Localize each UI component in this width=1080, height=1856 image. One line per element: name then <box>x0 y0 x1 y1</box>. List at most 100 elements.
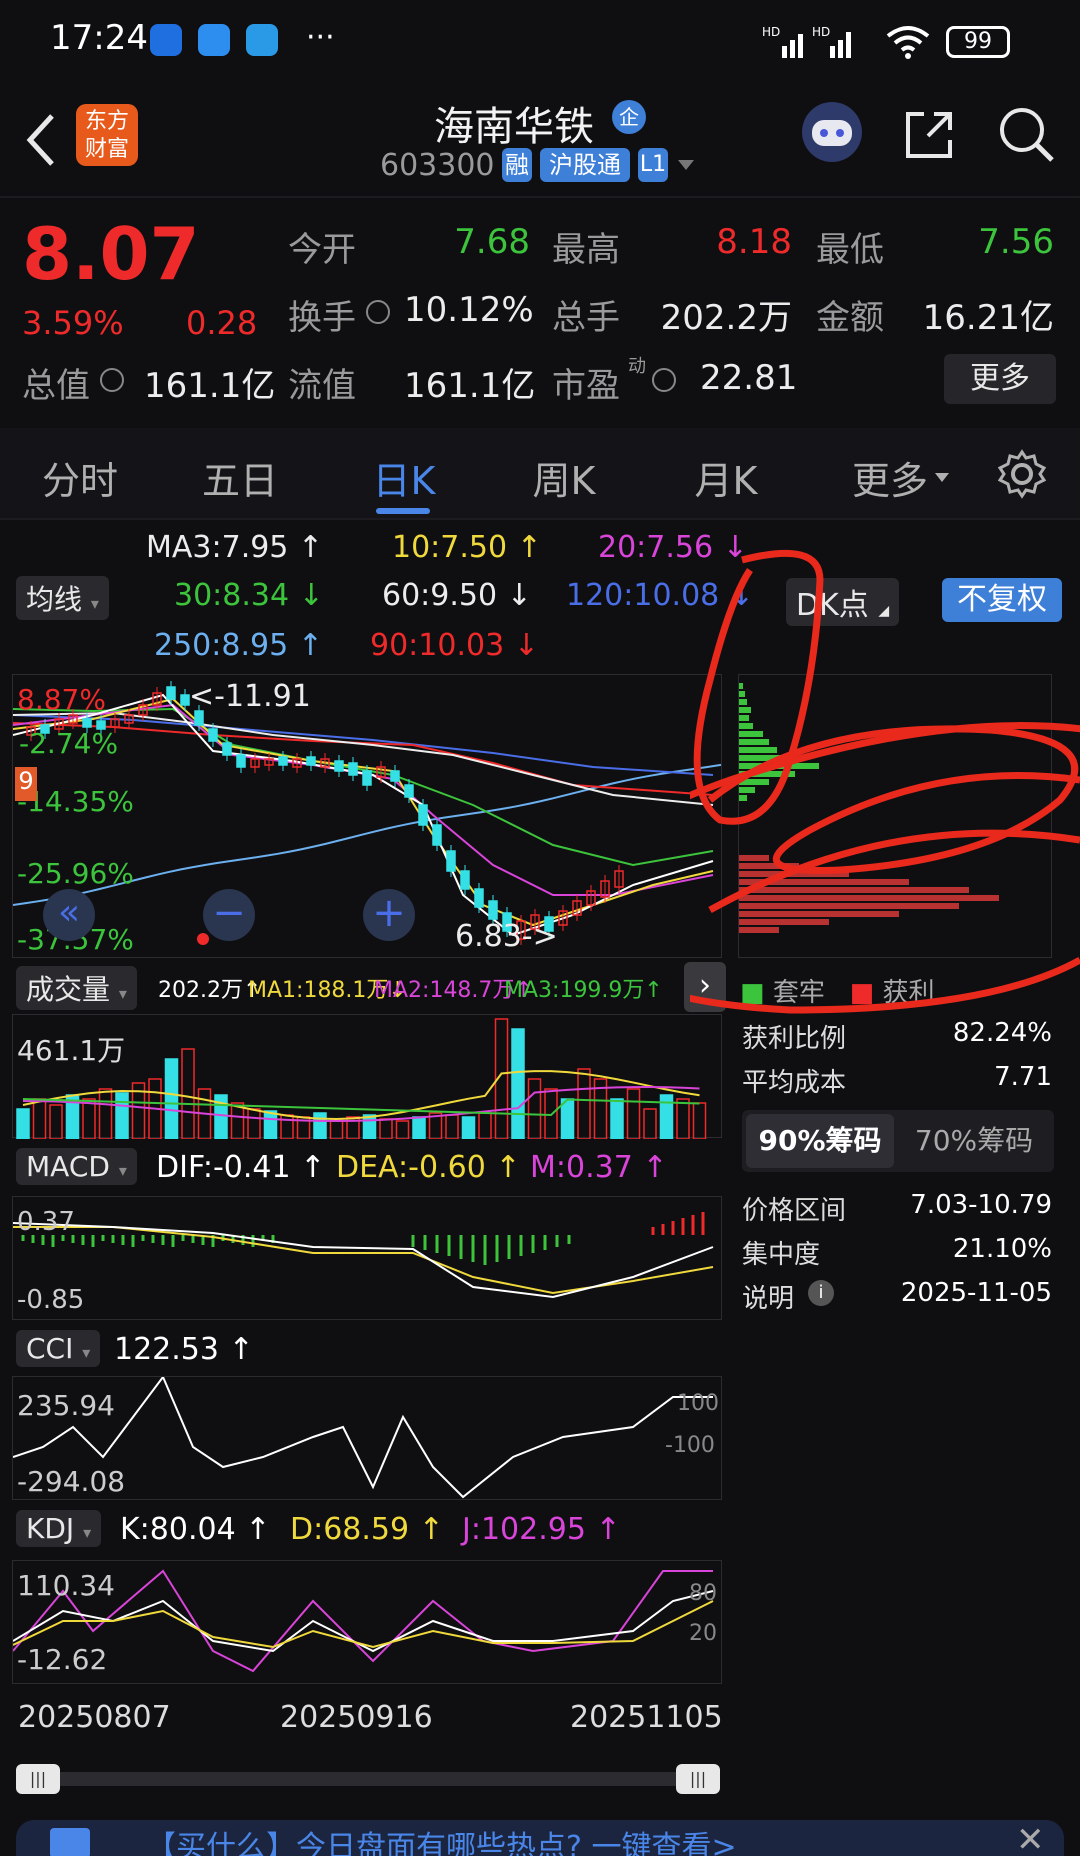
candle <box>208 728 218 742</box>
candle <box>390 770 400 782</box>
period-tabs: 分时 五日 日K 周K 月K 更多 <box>0 428 1080 520</box>
macd-selector[interactable]: MACD ▾ <box>16 1148 137 1185</box>
kdj-k: K:80.04 ↑ <box>120 1512 271 1547</box>
turnover-value: 10.12% <box>404 290 534 330</box>
info-icon[interactable] <box>100 368 124 392</box>
candle <box>278 756 288 766</box>
stock-name: 海南华铁 <box>434 104 594 150</box>
zoom-out-button[interactable]: − <box>203 889 255 941</box>
open-label: 今开 <box>288 230 356 270</box>
robot-assistant-icon[interactable] <box>800 100 864 164</box>
cci-selector-label: CCI <box>26 1332 74 1365</box>
date-label: 20250916 <box>280 1700 433 1735</box>
tab-chip-70[interactable]: 70%筹码 <box>900 1114 1048 1168</box>
more-button[interactable]: 更多 <box>944 354 1056 404</box>
td-marker: 9 <box>15 767 37 801</box>
volume-bar <box>362 1114 377 1139</box>
chevron-down-icon: ▾ <box>83 1523 92 1542</box>
tab-five-day[interactable]: 五日 <box>170 450 310 505</box>
amount-label: 金额 <box>816 298 884 338</box>
signal-icon: HD HD <box>762 25 851 58</box>
info-icon[interactable] <box>652 368 676 392</box>
chevron-down-icon[interactable] <box>934 472 950 484</box>
app-notify-icon <box>150 24 182 56</box>
tab-weekly-k[interactable]: 周K <box>494 450 634 505</box>
signal-dot <box>197 933 209 945</box>
candle <box>418 804 428 826</box>
candle <box>474 888 484 908</box>
candle <box>348 762 358 776</box>
kline-chart[interactable]: 8.87% -2.74% -14.35% -25.96% -37.57% <-1… <box>12 674 722 958</box>
settings-gear-icon[interactable] <box>996 448 1048 500</box>
macd-dea: DEA:-0.60 ↑ <box>336 1150 521 1185</box>
kdj-chart: 110.34 -12.62 80 20 <box>12 1560 722 1684</box>
chevron-down-icon: ▾ <box>90 594 99 613</box>
range-slider-track[interactable] <box>16 1772 716 1786</box>
high-price-label: <-11.91 <box>189 679 311 714</box>
share-icon[interactable] <box>902 106 958 162</box>
float-cap-value: 161.1亿 <box>404 366 536 406</box>
market-cap-value: 161.1亿 <box>144 366 276 406</box>
info-icon[interactable] <box>366 300 390 324</box>
zoom-in-button[interactable]: + <box>363 889 415 941</box>
range-handle-left[interactable]: ||| <box>16 1764 60 1794</box>
wifi-icon <box>886 26 930 59</box>
volume-bar <box>511 1028 525 1139</box>
macd-bottom-label: -0.85 <box>17 1285 85 1315</box>
note-date: 2025-11-05 <box>900 1278 1052 1308</box>
chevron-down-icon: ▾ <box>82 1343 91 1362</box>
app-logo[interactable]: 东方财富 <box>76 104 138 166</box>
candle <box>236 754 246 768</box>
news-banner[interactable]: 【买什么】今日盘面有哪些热点? 一键查看> ✕ <box>16 1820 1064 1856</box>
volume-bar <box>560 1098 575 1139</box>
volume-selector[interactable]: 成交量 ▾ <box>16 966 137 1010</box>
candle <box>446 850 456 872</box>
volume-label: 总手 <box>552 298 620 338</box>
level1-tag[interactable]: L1 <box>638 148 668 182</box>
kdj-d-line <box>13 1600 714 1649</box>
volume-header: 成交量 ▾ 202.2万↑ MA1:188.1万↓ MA2:148.7万↑ MA… <box>0 962 730 1012</box>
low-value: 7.56 <box>978 222 1054 262</box>
close-icon[interactable]: ✕ <box>1016 1820 1045 1856</box>
cci-selector[interactable]: CCI ▾ <box>16 1330 101 1367</box>
ma-item: MA3:7.95 ↑ <box>146 530 324 565</box>
cci-ref-label: -100 <box>665 1433 715 1458</box>
kdj-selector-label: KDJ <box>26 1512 75 1545</box>
dif-line <box>13 1222 714 1299</box>
more-notify-icon: ··· <box>306 20 335 55</box>
back-arrow-icon[interactable] <box>22 110 62 170</box>
range-handle-right[interactable]: ||| <box>676 1764 720 1794</box>
ma-selector[interactable]: 均线 ▾ <box>16 576 109 620</box>
cci-bottom-label: -294.08 <box>17 1465 126 1498</box>
volume-bar <box>676 1098 690 1139</box>
stock-header: 东方财富 海南华铁 企 603300 融 沪股通 L1 <box>0 88 1080 198</box>
volume-bar <box>461 1116 476 1139</box>
volume-bar <box>478 1112 492 1139</box>
svg-text:HD: HD <box>812 25 830 39</box>
candle <box>404 784 414 798</box>
pe-label: 市盈 <box>552 366 620 406</box>
kdj-selector[interactable]: KDJ ▾ <box>16 1510 102 1547</box>
volume-bar <box>49 1104 63 1139</box>
date-label: 20250807 <box>18 1700 171 1735</box>
macd-header: MACD ▾ DIF:-0.41 ↑ DEA:-0.60 ↑ M:0.37 ↑ <box>0 1144 730 1194</box>
tab-daily-k[interactable]: 日K <box>334 450 474 505</box>
macd-selector-label: MACD <box>26 1150 110 1183</box>
search-icon[interactable] <box>996 104 1056 164</box>
candle <box>82 718 92 728</box>
chevron-down-icon[interactable] <box>676 158 696 174</box>
macd-dif: DIF:-0.41 ↑ <box>156 1150 326 1185</box>
info-icon[interactable]: i <box>808 1280 834 1306</box>
volume-bar <box>313 1112 327 1139</box>
macd-chart: 0.37 -0.85 <box>12 1196 722 1320</box>
tab-intraday[interactable]: 分时 <box>10 450 150 505</box>
volume-ma3: MA3:199.9万↑ <box>504 978 663 1003</box>
kdj-ref-label: 20 <box>689 1621 717 1646</box>
tab-monthly-k[interactable]: 月K <box>656 450 796 505</box>
volume-max-label: 461.1万 <box>17 1034 126 1067</box>
chat-notify-icon <box>198 24 230 56</box>
candle <box>180 694 190 706</box>
tab-chip-90[interactable]: 90%筹码 <box>746 1114 894 1168</box>
scroll-left-button[interactable]: « <box>43 889 95 941</box>
ma-item: 250:8.95 ↑ <box>154 628 323 663</box>
